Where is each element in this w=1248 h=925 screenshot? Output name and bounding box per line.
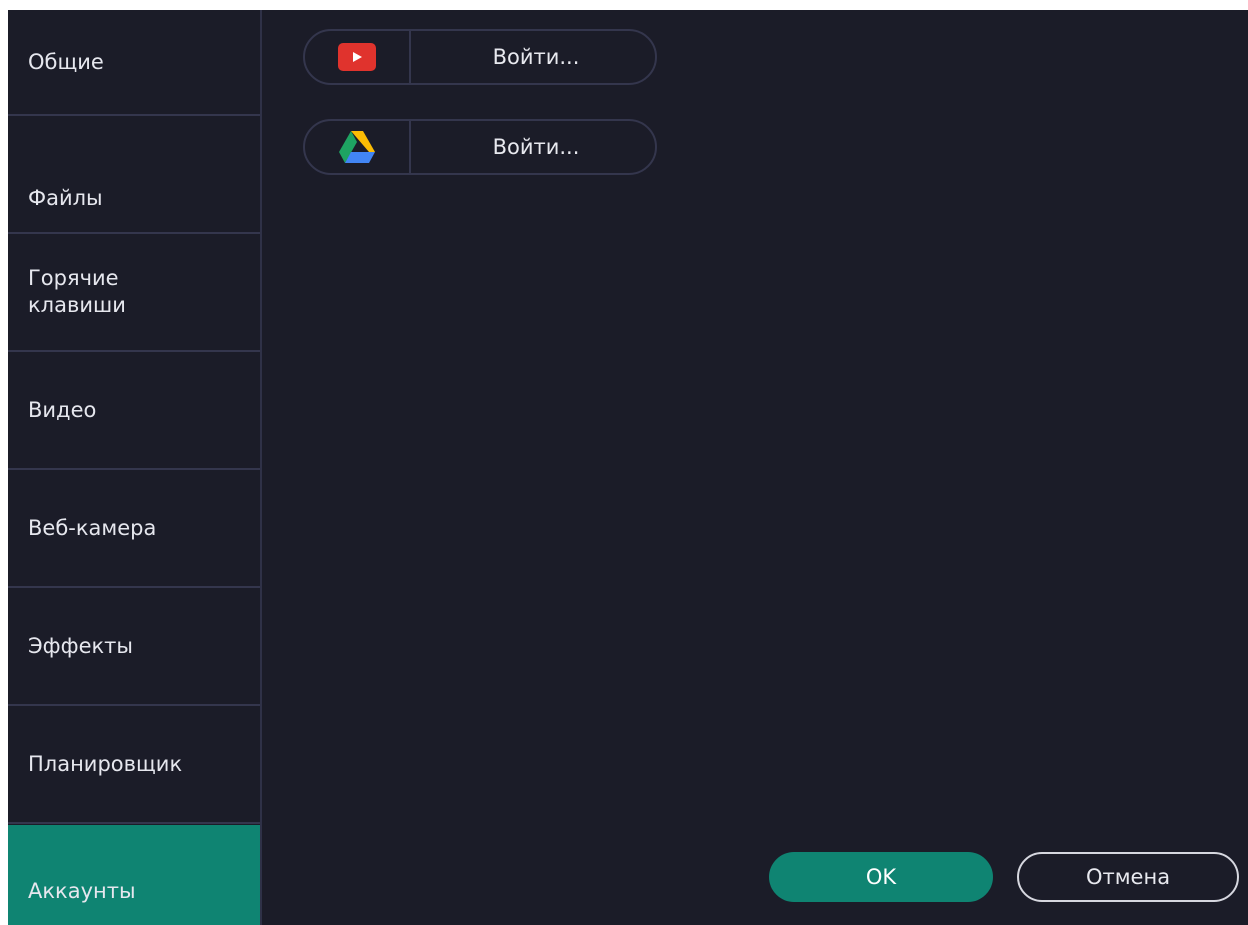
sidebar-item-label: Эффекты <box>28 633 133 658</box>
google-drive-icon-cell <box>305 121 411 173</box>
sidebar-item-label: Веб-камера <box>28 515 157 540</box>
sidebar-item-label: Общие <box>28 49 104 74</box>
youtube-icon <box>338 43 376 71</box>
sidebar-item-video[interactable]: Видео <box>8 352 260 470</box>
preferences-window: Общие Файлы Горячие клавиши Видео Веб-ка… <box>8 10 1248 925</box>
sidebar-item-label: Горячие клавиши <box>28 266 126 317</box>
sidebar-item-scheduler[interactable]: Планировщик <box>8 706 260 824</box>
sidebar-item-effects[interactable]: Эффекты <box>8 588 260 706</box>
ok-button[interactable]: OK <box>769 852 993 902</box>
play-icon <box>353 52 362 62</box>
google-drive-login-button[interactable]: Войти... <box>411 121 655 173</box>
youtube-account-row: Войти... <box>303 29 657 85</box>
youtube-login-button[interactable]: Войти... <box>411 31 655 83</box>
youtube-icon-cell <box>305 31 411 83</box>
sidebar-item-label: Видео <box>28 397 97 422</box>
cancel-button[interactable]: Отмена <box>1017 852 1239 902</box>
sidebar-item-label: Аккаунты <box>28 879 136 903</box>
sidebar-item-label: Файлы <box>28 186 103 210</box>
sidebar-item-hotkeys[interactable]: Горячие клавиши <box>8 234 260 352</box>
sidebar-item-label: Планировщик <box>28 751 183 776</box>
google-drive-icon <box>339 131 375 163</box>
sidebar: Общие Файлы Горячие клавиши Видео Веб-ка… <box>8 10 262 925</box>
google-drive-account-row: Войти... <box>303 119 657 175</box>
sidebar-item-files[interactable]: Файлы <box>8 116 260 234</box>
sidebar-item-accounts[interactable]: Аккаунты <box>8 825 260 925</box>
sidebar-item-webcam[interactable]: Веб-камера <box>8 470 260 588</box>
sidebar-item-general[interactable]: Общие <box>8 10 260 116</box>
